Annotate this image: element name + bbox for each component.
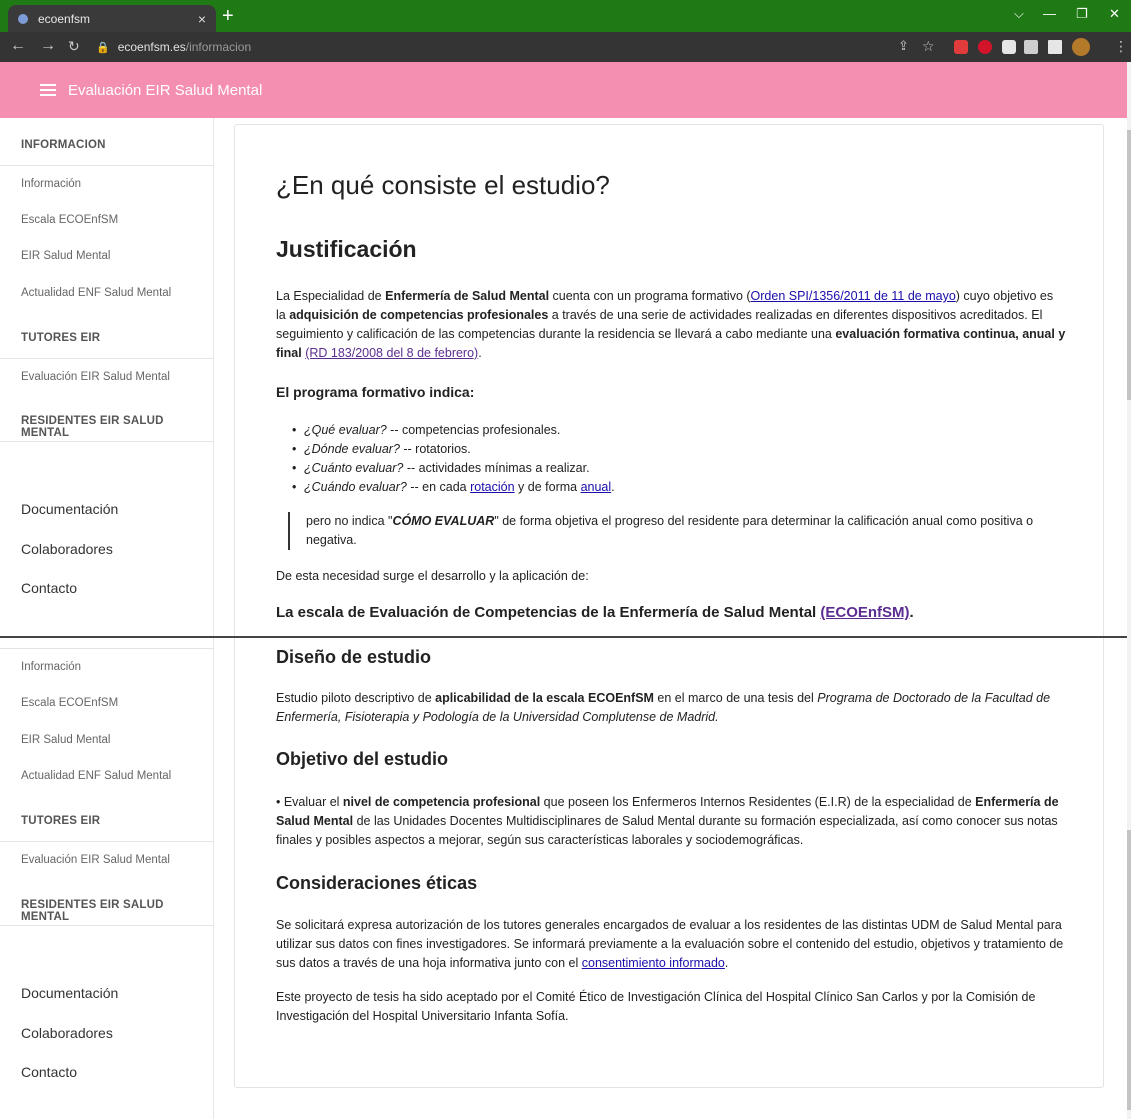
tab-search-icon[interactable]: ⌵ xyxy=(1014,6,1024,22)
extension-icon[interactable] xyxy=(954,40,968,54)
blockquote: pero no indica "CÓMO EVALUAR" de forma o… xyxy=(288,512,1068,550)
side-panel-icon[interactable] xyxy=(1048,40,1062,54)
sidebar-item-escala[interactable]: Escala ECOEnfSM xyxy=(21,697,118,709)
app-header: Evaluación EIR Salud Mental xyxy=(0,62,1127,118)
sidebar-link-contacto[interactable]: Contacto xyxy=(21,580,77,596)
sidebar-link-colaboradores[interactable]: Colaboradores xyxy=(21,1025,113,1041)
list-item: ¿Qué evaluar? -- competencias profesiona… xyxy=(292,421,615,440)
forward-icon[interactable]: → xyxy=(40,38,56,54)
sidebar-item-informacion[interactable]: Información xyxy=(21,178,81,190)
extension-icon[interactable] xyxy=(978,40,992,54)
rd-link[interactable]: (RD 183/2008 del 8 de febrero) xyxy=(305,346,478,360)
sidebar-item-eir[interactable]: EIR Salud Mental xyxy=(21,734,111,746)
share-icon[interactable]: ⇪ xyxy=(898,38,909,54)
sidebar-link-colaboradores[interactable]: Colaboradores xyxy=(21,541,113,557)
tab-close-icon[interactable]: × xyxy=(198,11,206,27)
list-item: ¿Cuánto evaluar? -- actividades mínimas … xyxy=(292,459,615,478)
favicon-icon xyxy=(18,13,28,24)
minimize-button[interactable]: — xyxy=(1043,6,1056,21)
programa-heading: El programa formativo indica: xyxy=(276,384,475,400)
sidebar-heading-residentes: RESIDENTES EIR SALUD MENTAL xyxy=(21,415,164,439)
sidebar-link-contacto[interactable]: Contacto xyxy=(21,1064,77,1080)
eticas-paragraph: Se solicitará expresa autorización de lo… xyxy=(276,918,1064,970)
browser-tab[interactable]: ecoenfsm × xyxy=(8,5,216,32)
close-window-button[interactable]: ✕ xyxy=(1109,6,1120,22)
address-toolbar: ← → ↻ 🔒 ecoenfsm.es /informacion ⇪ ☆ ⋮ xyxy=(0,32,1131,62)
tab-title: ecoenfsm xyxy=(38,11,91,26)
sidebar-heading-tutores: TUTORES EIR xyxy=(21,332,101,344)
puzzle-icon[interactable] xyxy=(1024,40,1038,54)
rotacion-link[interactable]: rotación xyxy=(470,480,514,494)
sidebar-item-informacion[interactable]: Información xyxy=(21,661,81,673)
bookmark-star-icon[interactable]: ☆ xyxy=(922,38,935,54)
profile-avatar[interactable] xyxy=(1072,38,1090,56)
page-title: ¿En qué consiste el estudio? xyxy=(276,170,610,200)
reload-icon[interactable]: ↻ xyxy=(68,38,80,54)
diseno-paragraph: Estudio piloto descriptivo de aplicabili… xyxy=(276,691,1051,724)
sidebar-heading-tutores: TUTORES EIR xyxy=(21,815,101,827)
url-path: /informacion xyxy=(185,40,252,54)
sidebar-item-evaluacion[interactable]: Evaluación EIR Salud Mental xyxy=(21,854,170,866)
consentimiento-link[interactable]: consentimiento informado xyxy=(582,956,725,970)
sidebar-link-documentacion[interactable]: Documentación xyxy=(21,985,118,1001)
list-item: ¿Cuándo evaluar? -- en cada rotación y d… xyxy=(292,478,615,497)
menu-kebab-icon[interactable]: ⋮ xyxy=(1114,38,1128,54)
back-icon[interactable]: ← xyxy=(10,38,26,54)
sidebar: INFORMACION Información Escala ECOEnfSM … xyxy=(0,118,214,1119)
sidebar-item-escala[interactable]: Escala ECOEnfSM xyxy=(21,214,118,226)
section-title-diseno: Diseño de estudio xyxy=(276,647,432,667)
sidebar-item-actualidad[interactable]: Actualidad ENF Salud Mental xyxy=(21,770,171,782)
new-tab-button[interactable]: + xyxy=(222,6,234,26)
necesidad-text: De esta necesidad surge el desarrollo y … xyxy=(276,569,589,583)
anual-link[interactable]: anual xyxy=(581,480,612,494)
sidebar-heading-informacion: INFORMACION xyxy=(21,139,106,151)
divider xyxy=(0,636,1127,638)
orden-link[interactable]: Orden SPI/1356/2011 de 11 de mayo xyxy=(751,289,956,303)
url-host: ecoenfsm.es xyxy=(117,40,186,54)
objetivo-paragraph: • Evaluar el nivel de competencia profes… xyxy=(276,795,1059,847)
sidebar-item-evaluacion[interactable]: Evaluación EIR Salud Mental xyxy=(21,371,170,383)
url-bar[interactable]: 🔒 ecoenfsm.es /informacion xyxy=(96,37,896,57)
ecoenfsm-link[interactable]: (ECOEnfSM) xyxy=(820,604,909,621)
sidebar-heading-residentes: RESIDENTES EIR SALUD MENTAL xyxy=(21,899,164,923)
comite-paragraph: Este proyecto de tesis ha sido aceptado … xyxy=(276,990,1036,1023)
lock-icon: 🔒 xyxy=(96,41,110,54)
scrollbar-thumb[interactable] xyxy=(1127,130,1131,400)
section-title-objetivo: Objetivo del estudio xyxy=(276,749,449,769)
justificacion-paragraph: La Especialidad de Enfermería de Salud M… xyxy=(276,289,1066,360)
sidebar-item-actualidad[interactable]: Actualidad ENF Salud Mental xyxy=(21,287,171,299)
sidebar-link-documentacion[interactable]: Documentación xyxy=(21,501,118,517)
app-title[interactable]: Evaluación EIR Salud Mental xyxy=(68,82,262,99)
evaluation-list: ¿Qué evaluar? -- competencias profesiona… xyxy=(292,421,615,497)
list-item: ¿Dónde evaluar? -- rotatorios. xyxy=(292,440,615,459)
scrollbar-thumb[interactable] xyxy=(1127,830,1131,1110)
document-icon[interactable] xyxy=(1002,40,1016,54)
restore-button[interactable]: ❐ xyxy=(1076,6,1088,22)
hamburger-menu-icon[interactable] xyxy=(40,84,56,96)
section-title-eticas: Consideraciones éticas xyxy=(276,873,478,893)
scale-heading: La escala de Evaluación de Competencias … xyxy=(276,604,914,621)
section-title-justificacion: Justificación xyxy=(276,236,417,262)
browser-tab-strip: ecoenfsm × + ⌵ — ❐ ✕ xyxy=(0,0,1131,32)
sidebar-item-eir[interactable]: EIR Salud Mental xyxy=(21,250,111,262)
